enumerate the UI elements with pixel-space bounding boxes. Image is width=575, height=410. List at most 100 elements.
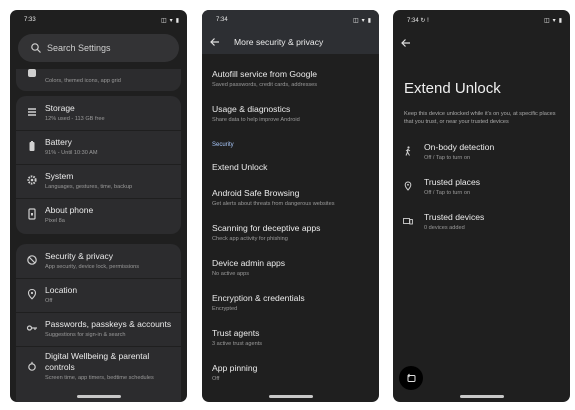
settings-item-label: System <box>45 171 74 181</box>
status-bar: 7:34 ◫ ▾ ▮ <box>202 10 379 30</box>
settings-item-subtitle: Colors, themed icons, app grid <box>45 78 121 84</box>
settings-item-location[interactable]: Location Off <box>16 278 181 313</box>
settings-item-about-phone[interactable]: About phone Pixel 8a <box>16 198 181 232</box>
menu-item-usage-diagnostics[interactable]: Usage & diagnostics Share data to help i… <box>212 104 371 123</box>
wifi-icon: ▾ <box>552 17 556 24</box>
page-title: Extend Unlock <box>404 80 501 97</box>
settings-item-subtitle: Suggestions for sign-in & search <box>45 332 126 338</box>
location-pin-icon <box>27 288 37 300</box>
search-icon <box>31 43 41 53</box>
top-app-bar: More security & privacy <box>202 30 379 54</box>
settings-item-digital-wellbeing[interactable]: Digital Wellbeing & parental controls Sc… <box>16 346 181 390</box>
battery-icon <box>29 141 35 151</box>
option-subtitle: Off / Tap to turn on <box>424 190 471 196</box>
battery-status-icon: ▮ <box>175 17 179 24</box>
storage-icon <box>28 108 36 116</box>
location-pin-icon <box>404 181 412 191</box>
screen-rotate-icon <box>406 373 415 382</box>
menu-item-subtitle: 3 active trust agents <box>212 341 263 347</box>
extend-unlock-screen: 7:34 ↻ ! ◫ ▾ ▮ Extend Unlock Keep this d… <box>393 10 570 402</box>
gesture-nav-bar[interactable] <box>459 395 504 398</box>
gesture-nav-bar[interactable] <box>76 395 121 398</box>
devices-icon <box>403 218 413 225</box>
page-description: Keep this device unlocked while it's on … <box>404 111 556 125</box>
menu-item-label: Autofill service from Google <box>212 69 318 79</box>
settings-item-subtitle: 12% used - 113 GB free <box>45 116 105 122</box>
gear-icon <box>27 175 37 185</box>
settings-item-label: Passwords, passkeys & accounts <box>45 319 172 329</box>
option-trusted-devices[interactable]: Trusted devices 0 devices added <box>403 212 564 242</box>
more-security-screen: 7:34 ◫ ▾ ▮ More security & privacy Autof… <box>202 10 379 402</box>
phone-icon <box>28 208 36 220</box>
vibrate-icon: ◫ <box>353 17 359 24</box>
status-time-group: 7:34 ↻ ! <box>407 17 429 24</box>
status-time: 7:34 <box>407 17 419 24</box>
settings-item-label: Location <box>45 285 78 295</box>
menu-item-subtitle: No active apps <box>212 271 250 277</box>
menu-item-trust-agents[interactable]: Trust agents 3 active trust agents <box>212 328 371 347</box>
settings-group-privacy: Security & privacy App security, device … <box>16 244 181 402</box>
settings-item-label: Battery <box>45 137 72 147</box>
rotate-button[interactable] <box>399 366 423 390</box>
settings-item-wallpaper[interactable]: Colors, themed icons, app grid <box>16 69 181 91</box>
settings-item-label: About phone <box>45 205 94 215</box>
settings-screen: 7:33 ◫ ▾ ▮ Search Settings Colors, theme… <box>10 10 187 402</box>
menu-item-encryption[interactable]: Encryption & credentials Encrypted <box>212 293 371 312</box>
menu-item-label: Usage & diagnostics <box>212 104 291 114</box>
search-placeholder: Search Settings <box>47 43 111 53</box>
option-subtitle: 0 devices added <box>424 225 465 231</box>
option-trusted-places[interactable]: Trusted places Off / Tap to turn on <box>403 177 564 207</box>
settings-item-security[interactable]: Security & privacy App security, device … <box>16 244 181 279</box>
settings-item-label-line2: controls <box>45 362 75 372</box>
menu-item-subtitle: Saved passwords, credit cards, addresses <box>212 82 318 88</box>
menu-item-subtitle: Get alerts about threats from dangerous … <box>212 201 335 207</box>
page-title: More security & privacy <box>234 37 324 47</box>
wellbeing-icon <box>28 361 36 371</box>
settings-item-system[interactable]: System Languages, gestures, time, backup <box>16 164 181 199</box>
menu-item-subtitle: Check app activity for phishing <box>212 236 288 242</box>
menu-item-label: Extend Unlock <box>212 162 268 172</box>
status-bar: 7:34 ↻ ! ◫ ▾ ▮ <box>393 10 570 30</box>
menu-item-app-pinning[interactable]: App pinning Off <box>212 363 371 382</box>
wifi-icon: ▾ <box>169 17 173 24</box>
vibrate-icon: ◫ <box>544 17 550 24</box>
menu-item-deceptive-apps[interactable]: Scanning for deceptive apps Check app ac… <box>212 223 371 242</box>
settings-item-subtitle: App security, device lock, permissions <box>45 264 140 270</box>
menu-item-device-admin[interactable]: Device admin apps No active apps <box>212 258 371 277</box>
menu-item-subtitle: Share data to help improve Android <box>212 117 300 123</box>
battery-status-icon: ▮ <box>558 17 562 24</box>
gesture-nav-bar[interactable] <box>268 395 313 398</box>
menu-item-label: App pinning <box>212 363 258 373</box>
wifi-icon: ▾ <box>361 17 365 24</box>
option-label: On-body detection <box>424 142 495 152</box>
menu-item-label: Encryption & credentials <box>212 293 305 303</box>
settings-group-device: Storage 12% used - 113 GB free Battery 9… <box>16 96 181 234</box>
settings-item-label: Security & privacy <box>45 251 114 261</box>
palette-icon <box>28 69 36 77</box>
settings-item-storage[interactable]: Storage 12% used - 113 GB free <box>16 96 181 131</box>
menu-item-autofill[interactable]: Autofill service from Google Saved passw… <box>212 69 371 88</box>
back-arrow-icon[interactable] <box>401 38 411 48</box>
vibrate-icon: ◫ <box>161 17 167 24</box>
option-on-body-detection[interactable]: On-body detection Off / Tap to turn on <box>403 142 564 172</box>
settings-item-subtitle: Off <box>45 298 53 304</box>
search-settings-bar[interactable]: Search Settings <box>18 34 179 62</box>
status-time: 7:34 <box>216 17 228 23</box>
option-label: Trusted devices <box>424 212 485 222</box>
option-subtitle: Off / Tap to turn on <box>424 155 471 161</box>
status-time: 7:33 <box>24 17 36 23</box>
settings-item-passwords[interactable]: Passwords, passkeys & accounts Suggestio… <box>16 312 181 347</box>
menu-item-safe-browsing[interactable]: Android Safe Browsing Get alerts about t… <box>212 188 371 207</box>
settings-item-battery[interactable]: Battery 91% - Until 10:30 AM <box>16 130 181 165</box>
status-bar: 7:33 ◫ ▾ ▮ <box>10 10 187 30</box>
menu-item-label: Scanning for deceptive apps <box>212 223 321 233</box>
menu-item-label: Device admin apps <box>212 258 286 268</box>
menu-item-extend-unlock[interactable]: Extend Unlock <box>212 162 371 173</box>
option-label: Trusted places <box>424 177 481 187</box>
menu-item-label: Trust agents <box>212 328 260 338</box>
settings-item-subtitle: Pixel 8a <box>45 218 65 224</box>
back-arrow-icon[interactable] <box>210 37 220 47</box>
settings-item-label-line1: Digital Wellbeing & parental <box>45 351 150 361</box>
settings-item-subtitle: Screen time, app timers, bedtime schedul… <box>45 375 154 381</box>
walking-person-icon <box>405 146 411 156</box>
